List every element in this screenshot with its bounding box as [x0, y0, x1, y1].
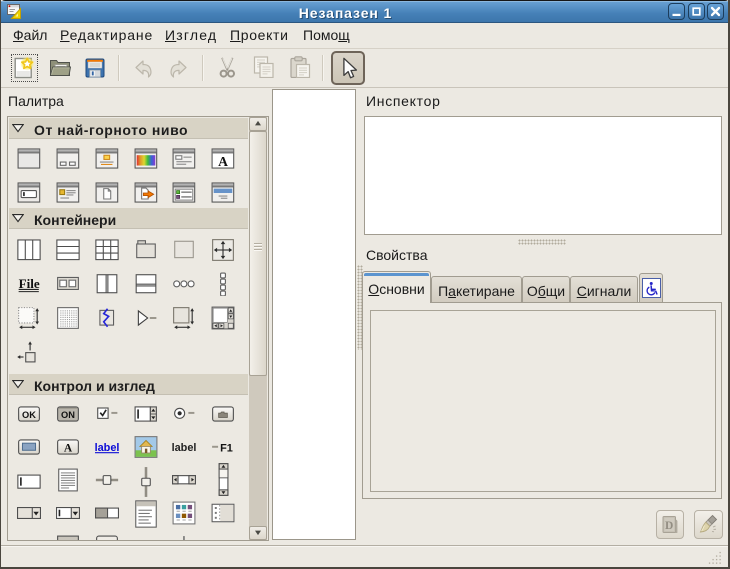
svg-text:D: D — [665, 520, 673, 532]
svg-text:A: A — [64, 442, 73, 454]
svg-text:ON: ON — [61, 410, 75, 420]
svg-text:label: label — [172, 442, 196, 454]
svg-text:F1: F1 — [220, 442, 233, 454]
svg-text:OK: OK — [22, 410, 36, 420]
svg-text:File: File — [19, 276, 40, 291]
svg-text:A: A — [218, 154, 228, 169]
svg-text:label: label — [95, 442, 119, 454]
